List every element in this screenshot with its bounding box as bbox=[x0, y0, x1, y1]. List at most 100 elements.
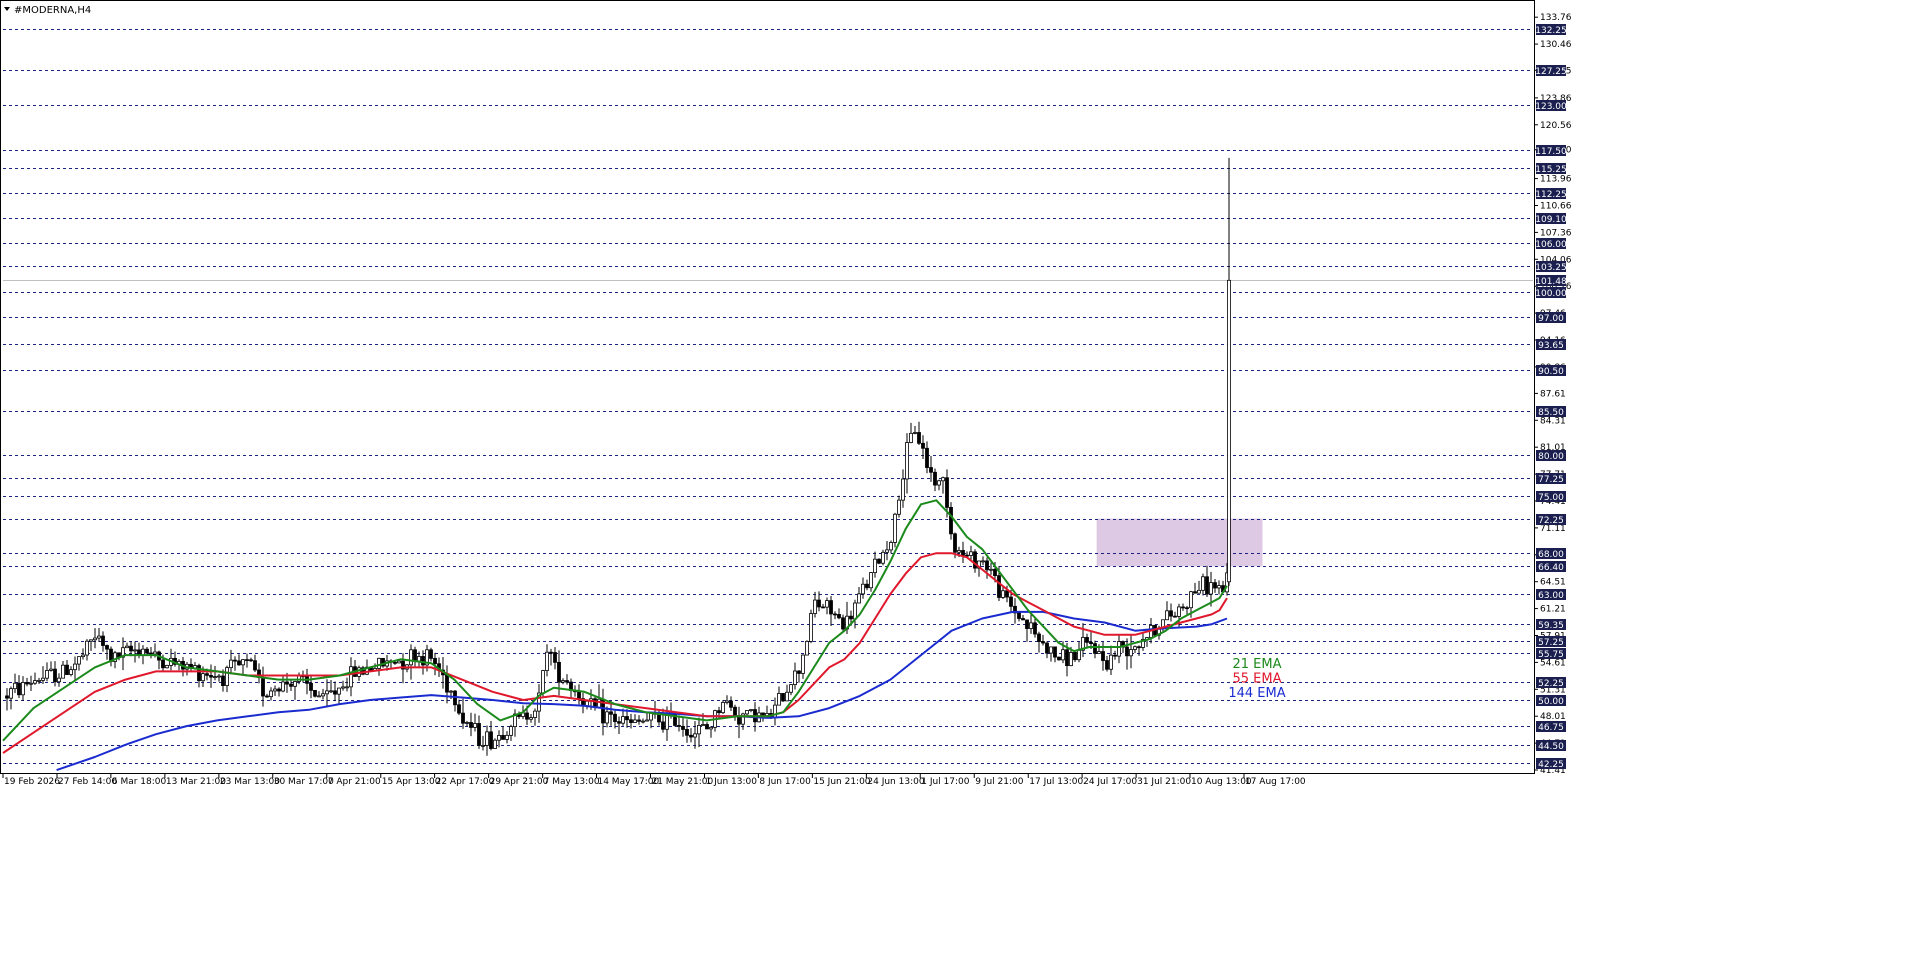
candle bbox=[1141, 633, 1145, 651]
triangle-down-icon[interactable] bbox=[4, 7, 10, 11]
candle bbox=[601, 688, 605, 736]
price-chart[interactable]: 133.76130.46127.25123.86120.56117.50113.… bbox=[0, 0, 1916, 963]
candle bbox=[33, 672, 37, 685]
candle bbox=[5, 688, 9, 711]
candle bbox=[733, 704, 737, 721]
candle bbox=[637, 715, 641, 725]
candle bbox=[273, 685, 277, 697]
candle bbox=[85, 639, 89, 661]
candle bbox=[869, 571, 873, 592]
level-price-label: 100.00 bbox=[1535, 287, 1567, 299]
candle bbox=[549, 648, 553, 666]
candle bbox=[561, 678, 565, 685]
candle bbox=[1045, 641, 1049, 659]
candle bbox=[257, 663, 261, 684]
candle bbox=[1041, 634, 1045, 646]
candle bbox=[745, 710, 749, 716]
level-label-text: 100.00 bbox=[1535, 289, 1567, 299]
candle bbox=[773, 697, 777, 726]
level-price-label: 127.25 bbox=[1535, 65, 1567, 77]
time-tick-label: 27 Feb 14:00 bbox=[58, 777, 117, 787]
candle bbox=[961, 541, 965, 564]
candle bbox=[829, 595, 833, 626]
level-price-label: 80.00 bbox=[1536, 450, 1566, 462]
time-tick-label: 31 Jul 21:00 bbox=[1137, 777, 1191, 787]
time-tick-label: 30 Mar 17:00 bbox=[274, 777, 334, 787]
candle bbox=[1025, 619, 1029, 642]
candle bbox=[925, 441, 929, 474]
level-label-text: 90.50 bbox=[1538, 367, 1564, 377]
ema-21-line[interactable] bbox=[2, 499, 1228, 742]
candle bbox=[725, 695, 729, 705]
candle bbox=[809, 609, 813, 644]
level-label-text: 123.00 bbox=[1535, 102, 1567, 112]
candle bbox=[1169, 603, 1173, 622]
candle bbox=[269, 687, 273, 701]
candle bbox=[981, 556, 985, 566]
time-tick-label: 10 Aug 13:00 bbox=[1191, 777, 1252, 787]
candle bbox=[897, 495, 901, 518]
candle bbox=[69, 666, 73, 677]
candle bbox=[805, 640, 809, 656]
candle bbox=[973, 549, 977, 573]
candle bbox=[893, 512, 897, 548]
price-tick-label: 113.96 bbox=[1540, 175, 1572, 185]
level-label-text: 112.25 bbox=[1535, 190, 1567, 200]
candle bbox=[1085, 633, 1089, 647]
candle bbox=[277, 687, 281, 697]
time-tick-label: 7 May 13:00 bbox=[544, 777, 600, 787]
level-label-text: 103.25 bbox=[1535, 263, 1567, 273]
level-price-label: 132.25 bbox=[1535, 24, 1567, 36]
level-label-text: 80.00 bbox=[1538, 452, 1564, 462]
candle bbox=[457, 699, 461, 716]
candle bbox=[729, 696, 733, 712]
time-tick-label: 23 Mar 13:00 bbox=[220, 777, 280, 787]
level-price-label: 66.40 bbox=[1536, 561, 1566, 573]
candle bbox=[225, 665, 229, 693]
candle bbox=[13, 673, 17, 694]
candle bbox=[861, 577, 865, 599]
candle bbox=[313, 689, 317, 698]
candle bbox=[689, 728, 693, 743]
candle bbox=[901, 469, 905, 508]
supply-zone[interactable] bbox=[1096, 518, 1263, 567]
candle bbox=[1201, 573, 1205, 596]
price-tick-label: 48.01 bbox=[1540, 712, 1566, 722]
candle bbox=[413, 646, 417, 667]
time-tick-label: 22 Apr 17:00 bbox=[436, 777, 495, 787]
level-label-text: 72.25 bbox=[1538, 516, 1564, 526]
candle bbox=[97, 627, 101, 643]
candle bbox=[681, 717, 685, 737]
candle bbox=[1161, 619, 1165, 633]
candle bbox=[913, 426, 917, 435]
price-tick-label: 107.36 bbox=[1540, 228, 1572, 238]
candle bbox=[889, 540, 893, 554]
candle bbox=[797, 670, 801, 683]
level-price-label: 72.25 bbox=[1536, 514, 1566, 526]
candle bbox=[121, 637, 125, 671]
candle bbox=[41, 666, 45, 684]
time-tick-label: 14 May 17:00 bbox=[597, 777, 659, 787]
level-label-text: 106.00 bbox=[1535, 240, 1567, 250]
candle bbox=[1113, 650, 1117, 660]
candle bbox=[617, 716, 621, 734]
candle bbox=[445, 665, 449, 704]
candle bbox=[1037, 631, 1041, 653]
level-price-label: 90.50 bbox=[1536, 365, 1566, 377]
current-price-label: 101.48 bbox=[1535, 275, 1567, 287]
candle bbox=[241, 659, 245, 675]
candle bbox=[877, 558, 881, 565]
price-tick-label: 120.56 bbox=[1540, 121, 1572, 131]
candle bbox=[477, 715, 481, 749]
candle bbox=[501, 726, 505, 740]
candle bbox=[793, 662, 797, 690]
candle bbox=[785, 684, 789, 702]
time-tick-label: 6 Mar 18:00 bbox=[112, 777, 167, 787]
chart-window[interactable]: 133.76130.46127.25123.86120.56117.50113.… bbox=[0, 0, 1916, 963]
candle bbox=[217, 673, 221, 682]
candle bbox=[825, 597, 829, 615]
level-price-label: 46.75 bbox=[1536, 721, 1566, 733]
candle bbox=[61, 661, 65, 679]
candle bbox=[625, 709, 629, 728]
candle bbox=[453, 689, 457, 712]
